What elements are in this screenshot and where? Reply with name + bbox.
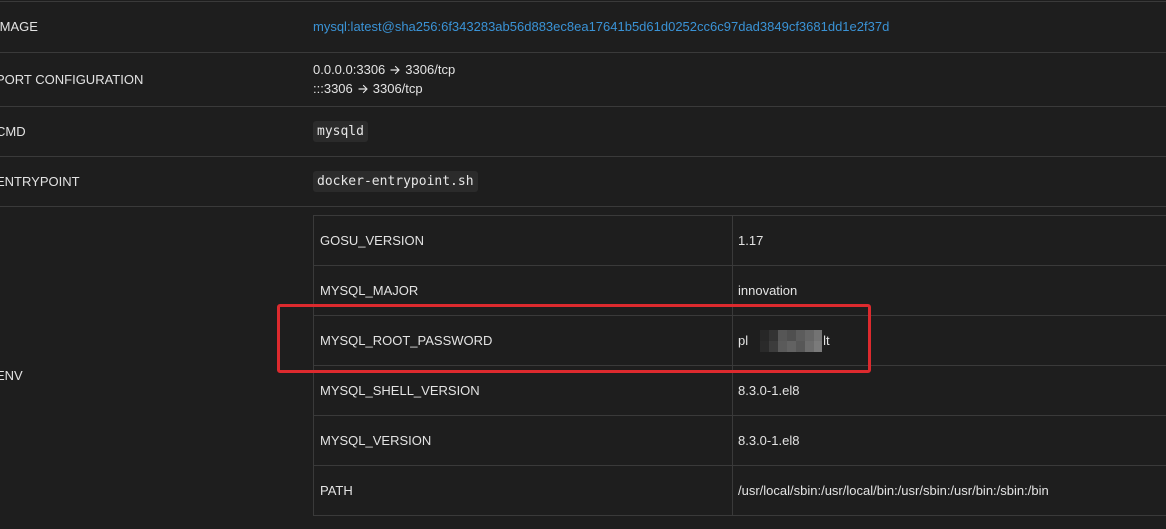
env-value: 8.3.0-1.el8 bbox=[738, 382, 800, 398]
detail-row-entrypoint: ENTRYPOINT docker-entrypoint.sh bbox=[0, 156, 1166, 206]
detail-row-env: ENV GOSU_VERSION 1.17 MYSQL_MAJOR innova… bbox=[0, 206, 1166, 528]
redaction-mosaic bbox=[760, 329, 823, 352]
env-value: 8.3.0-1.el8 bbox=[738, 432, 800, 448]
entrypoint-label-cell: ENTRYPOINT bbox=[0, 174, 313, 190]
container-details-table: IMAGE mysql:latest@sha256:6f343283ab56d8… bbox=[0, 1, 1166, 528]
env-value-cell: GOSU_VERSION 1.17 MYSQL_MAJOR innovation… bbox=[313, 207, 1166, 516]
env-row: MYSQL_VERSION 8.3.0-1.el8 bbox=[314, 415, 1166, 465]
env-value: innovation bbox=[738, 282, 798, 298]
env-value-end: lt bbox=[823, 332, 830, 348]
env-label-cell: ENV bbox=[0, 207, 313, 384]
arrow-right-icon bbox=[390, 65, 400, 75]
detail-row-port-configuration: PORT CONFIGURATION 0.0.0.0:3306 3306/tcp… bbox=[0, 52, 1166, 106]
port-mapping: :::3306 3306/tcp bbox=[313, 80, 1166, 99]
env-row: PATH /usr/local/sbin:/usr/local/bin:/usr… bbox=[314, 465, 1166, 515]
port-host: :::3306 bbox=[313, 81, 353, 96]
entrypoint-label: ENTRYPOINT bbox=[0, 173, 80, 189]
redaction-mosaic-top bbox=[760, 329, 823, 341]
env-value-start: pl bbox=[738, 332, 749, 348]
env-table: GOSU_VERSION 1.17 MYSQL_MAJOR innovation… bbox=[313, 215, 1166, 516]
env-key: PATH bbox=[314, 466, 733, 515]
env-key: MYSQL_MAJOR bbox=[314, 266, 733, 315]
port-configuration-value-cell: 0.0.0.0:3306 3306/tcp :::3306 3306/tcp bbox=[313, 61, 1166, 99]
port-mapping: 0.0.0.0:3306 3306/tcp bbox=[313, 61, 1166, 80]
port-container: 3306/tcp bbox=[405, 62, 456, 77]
env-value-redacted: pl lt bbox=[733, 316, 1166, 365]
env-key: MYSQL_ROOT_PASSWORD bbox=[314, 316, 733, 365]
entrypoint-value-cell: docker-entrypoint.sh bbox=[313, 171, 1166, 192]
cmd-label-cell: CMD bbox=[0, 124, 313, 140]
port-configuration-label: PORT CONFIGURATION bbox=[0, 71, 144, 87]
redaction-mosaic-bottom bbox=[760, 340, 823, 352]
cmd-label: CMD bbox=[0, 123, 26, 139]
env-key: GOSU_VERSION bbox=[314, 216, 733, 265]
env-key: MYSQL_VERSION bbox=[314, 416, 733, 465]
detail-row-image: IMAGE mysql:latest@sha256:6f343283ab56d8… bbox=[0, 1, 1166, 52]
env-key: MYSQL_SHELL_VERSION bbox=[314, 366, 733, 415]
image-label-cell: IMAGE bbox=[0, 19, 313, 35]
detail-row-cmd: CMD mysqld bbox=[0, 106, 1166, 156]
port-configuration-label-cell: PORT CONFIGURATION bbox=[0, 72, 313, 88]
cmd-value-cell: mysqld bbox=[313, 121, 1166, 142]
env-row: MYSQL_MAJOR innovation bbox=[314, 265, 1166, 315]
port-host: 0.0.0.0:3306 bbox=[313, 62, 386, 77]
image-link[interactable]: mysql:latest@sha256:6f343283ab56d883ec8e… bbox=[313, 19, 889, 34]
cmd-code: mysqld bbox=[313, 121, 368, 142]
port-container: 3306/tcp bbox=[372, 81, 423, 96]
arrow-right-icon bbox=[358, 84, 368, 94]
env-row: MYSQL_SHELL_VERSION 8.3.0-1.el8 bbox=[314, 365, 1166, 415]
image-label: IMAGE bbox=[0, 19, 38, 34]
image-value-cell: mysql:latest@sha256:6f343283ab56d883ec8e… bbox=[313, 19, 1166, 35]
env-value: /usr/local/sbin:/usr/local/bin:/usr/sbin… bbox=[738, 482, 1049, 498]
env-label: ENV bbox=[0, 368, 23, 383]
env-value: 1.17 bbox=[738, 232, 764, 248]
env-row: GOSU_VERSION 1.17 bbox=[314, 215, 1166, 265]
env-row: MYSQL_ROOT_PASSWORD pl lt bbox=[314, 315, 1166, 365]
entrypoint-code: docker-entrypoint.sh bbox=[313, 171, 478, 192]
